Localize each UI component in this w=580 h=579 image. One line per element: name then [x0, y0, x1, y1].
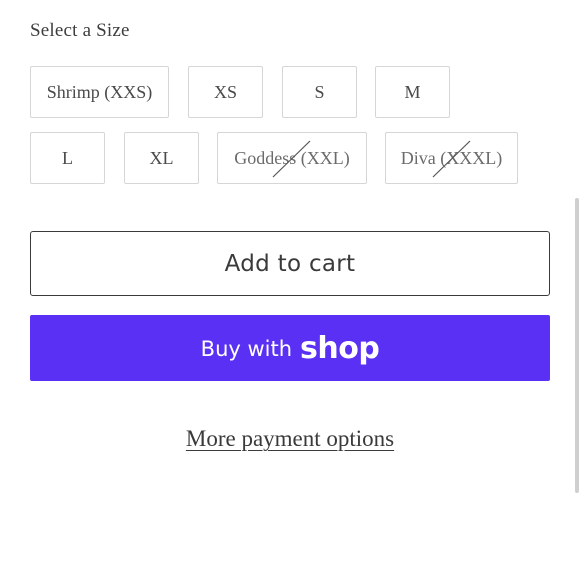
- size-option-xs[interactable]: XS: [188, 66, 263, 118]
- size-option-s[interactable]: S: [282, 66, 357, 118]
- size-option-xl[interactable]: XL: [124, 132, 199, 184]
- buy-with-text: Buy with: [200, 337, 293, 361]
- size-option-goddess-xxl[interactable]: Goddess (XXL): [217, 132, 367, 184]
- more-payment-options-link[interactable]: More payment options: [186, 426, 394, 451]
- size-option-diva-xxxl[interactable]: Diva (XXXL): [385, 132, 518, 184]
- shop-pay-logo: shop: [300, 330, 380, 366]
- size-selector-label: Select a Size: [30, 20, 130, 41]
- size-option-m[interactable]: M: [375, 66, 450, 118]
- add-to-cart-button[interactable]: Add to cart: [30, 231, 550, 296]
- size-option-l[interactable]: L: [30, 132, 105, 184]
- buy-with-shop-button[interactable]: Buy with shop: [30, 315, 550, 381]
- more-payment-options-row: More payment options: [0, 426, 580, 452]
- size-option-shrimp-xxs[interactable]: Shrimp (XXS): [30, 66, 169, 118]
- scrollbar[interactable]: [575, 198, 579, 493]
